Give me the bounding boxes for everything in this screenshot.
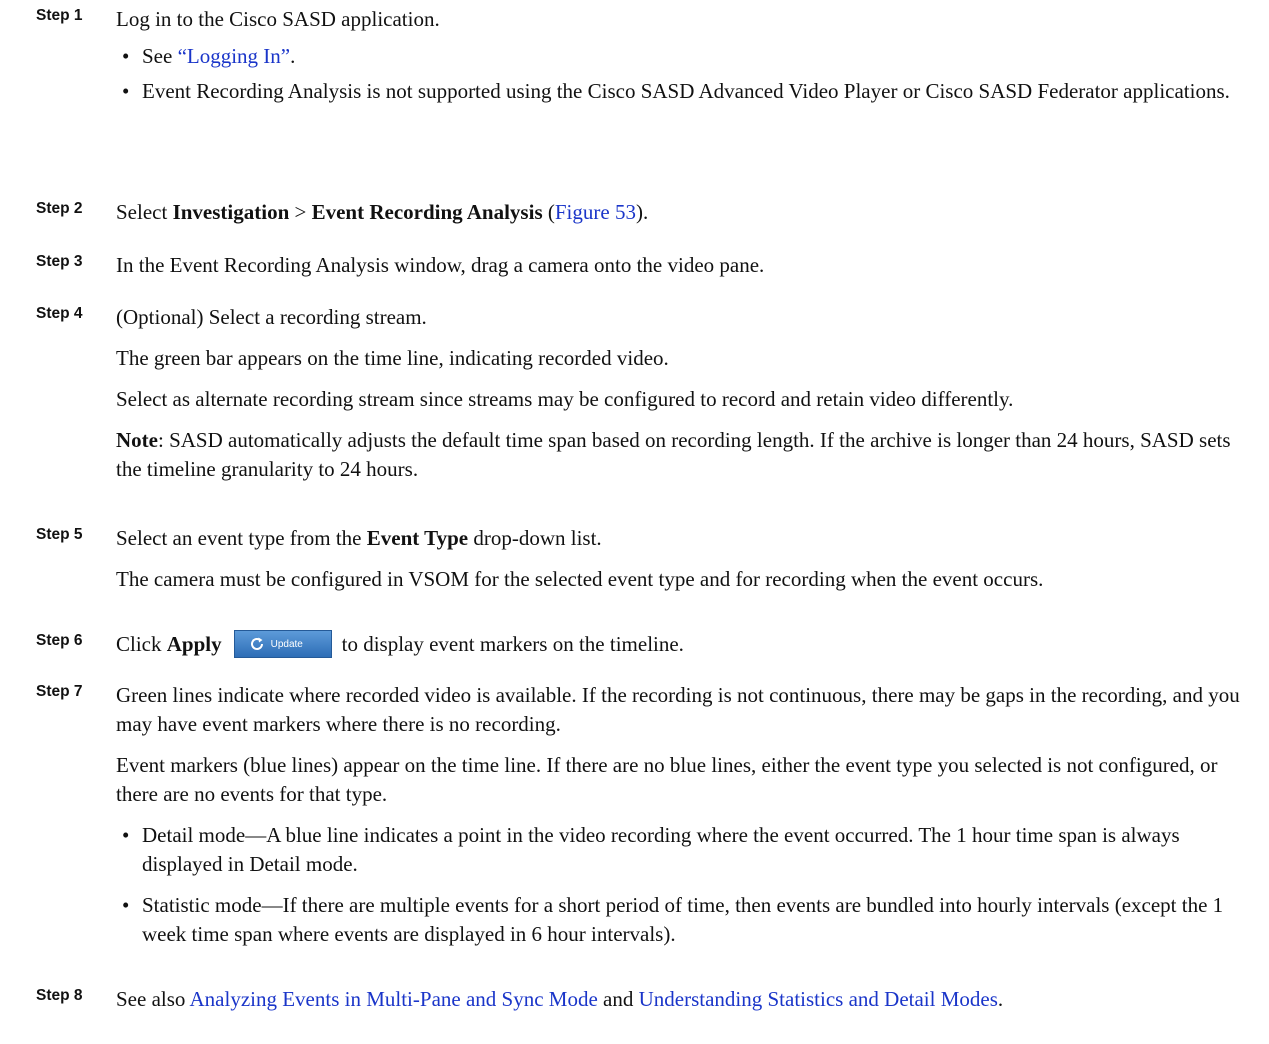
step-paragraph: Select as alternate recording stream sin…: [116, 387, 1014, 411]
step-label: Step 7: [36, 683, 83, 700]
logging-in-link[interactable]: “Logging In”: [178, 44, 291, 68]
step-7: Step 7 Green lines indicate where record…: [36, 681, 1255, 949]
update-button[interactable]: Update: [233, 630, 332, 659]
list-item: • Detail mode—A blue line indicates a po…: [122, 823, 1180, 876]
figure-53-link[interactable]: Figure 53: [555, 200, 636, 224]
step-paragraph: The camera must be configured in VSOM fo…: [116, 567, 1044, 591]
step-text: (Optional) Select a recording stream.: [116, 305, 427, 329]
note-label: Note: [116, 428, 158, 452]
step-label: Step 3: [36, 253, 83, 270]
menu-investigation: Investigation: [172, 200, 290, 224]
statistics-detail-link[interactable]: Understanding Statistics and Detail Mode…: [639, 987, 998, 1011]
refresh-icon: [250, 637, 263, 651]
step-2: Step 2 Select Investigation > Event Reco…: [36, 198, 1255, 227]
bullet-icon: •: [122, 893, 130, 917]
menu-event-recording-analysis: Event Recording Analysis: [311, 200, 543, 224]
step-text: Select an event type from the Event Type…: [116, 526, 602, 550]
step-label: Step 1: [36, 7, 83, 24]
bullet-icon: •: [122, 44, 130, 68]
update-button-label: Update: [270, 638, 303, 650]
step-text: Green lines indicate where recorded vide…: [116, 683, 1240, 736]
list-item: • Event Recording Analysis is not suppor…: [116, 77, 1255, 106]
step-text: Click Apply Update to display event marker…: [116, 630, 1255, 662]
step-label: Step 8: [36, 987, 83, 1004]
step-text: See also Analyzing Events in Multi-Pane …: [116, 987, 1004, 1011]
step-label: Step 6: [36, 632, 83, 649]
step-paragraph: Event markers (blue lines) appear on the…: [116, 753, 1218, 806]
step-3: Step 3 In the Event Recording Analysis w…: [36, 251, 1255, 280]
step-4: Step 4 (Optional) Select a recording str…: [36, 303, 1255, 484]
list-item: • See “Logging In”.: [116, 42, 1255, 71]
bullet-icon: •: [122, 79, 130, 103]
step-paragraph: The green bar appears on the time line, …: [116, 346, 669, 370]
step-1: Step 1 Log in to the Cisco SASD applicat…: [36, 5, 1255, 106]
event-type-label: Event Type: [366, 526, 469, 550]
step-text: In the Event Recording Analysis window, …: [116, 253, 765, 277]
step-text: Log in to the Cisco SASD application.: [116, 7, 440, 31]
multi-pane-link[interactable]: Analyzing Events in Multi-Pane and Sync …: [190, 987, 598, 1011]
bullet-icon: •: [122, 823, 130, 847]
step-text: Select Investigation > Event Recording A…: [116, 200, 649, 224]
step-label: Step 2: [36, 200, 83, 217]
step-8: Step 8 See also Analyzing Events in Mult…: [36, 985, 1255, 1014]
step-label: Step 5: [36, 526, 83, 543]
note-paragraph: Note: SASD automatically adjusts the def…: [116, 428, 1231, 481]
step-5: Step 5 Select an event type from the Eve…: [36, 524, 1255, 594]
step-label: Step 4: [36, 305, 83, 322]
step-6: Step 6 Click Apply Update to display event…: [36, 630, 1255, 662]
apply-label: Apply: [166, 632, 222, 656]
list-item: • Statistic mode—If there are multiple e…: [122, 893, 1224, 946]
